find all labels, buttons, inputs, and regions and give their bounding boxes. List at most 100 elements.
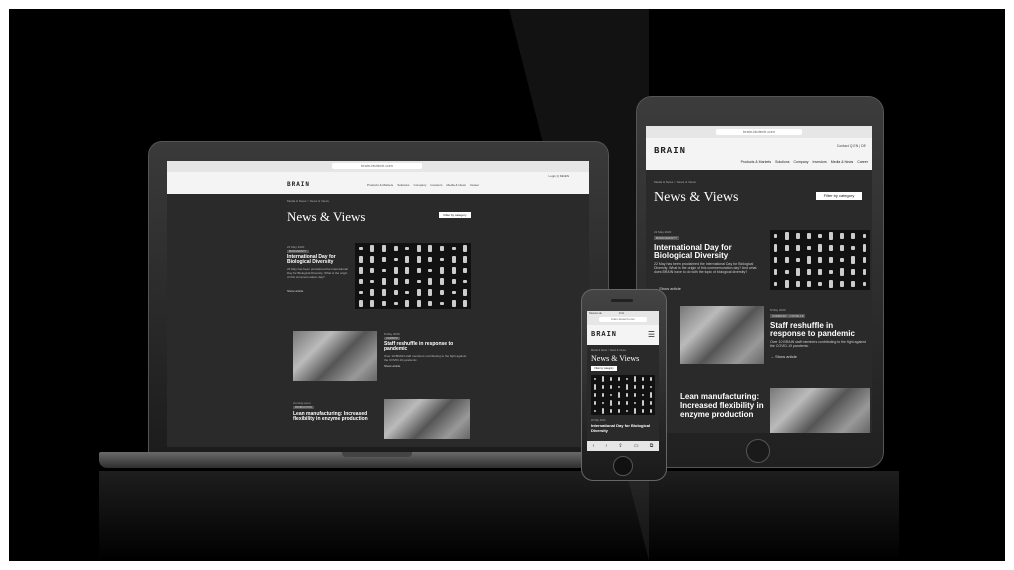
laptop-article-more[interactable]: Show article [287,289,303,293]
specimen-icon [416,268,421,273]
phone-safari-bottom-bar: ‹ › ⇪ ▭ ⧉ [587,441,659,451]
specimen-icon [358,290,363,295]
tablet-article-title[interactable]: Staff reshuffle in response to pandemic [770,322,870,338]
laptop-nav-item[interactable]: Investors [430,183,442,187]
laptop-nav-item[interactable]: Career [470,183,479,187]
laptop-article-title[interactable]: International Day for Biological Diversi… [287,255,351,265]
specimen-icon [370,256,375,263]
laptop-browser-toolbar: brain-biotech.com [167,161,589,172]
laptop-article-title[interactable]: Lean manufacturing: Increased flexibilit… [293,412,377,422]
tablet-breadcrumb[interactable]: Media & News > News & Views [654,180,696,184]
tablet-brain-logo[interactable]: BRAIN [654,146,686,156]
laptop-lab-photo[interactable] [293,331,377,381]
specimen-icon [416,279,421,284]
phone-filter-button[interactable]: Filter by category [591,366,617,371]
tablet-browser-toolbar: brain-biotech.com [646,126,872,138]
tablet-biodiversity-image[interactable] [770,230,870,290]
tablet-nav-item[interactable]: Career [857,160,868,164]
specimen-icon [601,401,605,405]
tablet-article-excerpt: Over 10 BRAIN staff members contributing… [770,340,866,348]
laptop-article-tag[interactable]: BIODIVERSITY [287,250,309,253]
laptop-article-date: 22 May 2020 [287,245,305,249]
specimen-icon [625,384,629,390]
specimen-icon [381,245,387,252]
tablet-page-title: News & Views [654,190,739,205]
laptop-breadcrumb[interactable]: Media & News > News & Views [287,199,329,203]
device-mockup-stage: brain-biotech.com Login Q DE/EN BRAIN Pr… [9,9,1005,561]
specimen-icon [784,269,789,275]
specimen-icon [393,290,398,295]
specimen-icon [784,280,789,288]
specimen-icon [609,393,613,397]
specimen-icon [463,244,468,253]
tablet-article-title[interactable]: International Day for Biological Diversi… [654,244,764,260]
specimen-icon [451,299,456,308]
back-arrow-icon[interactable]: ‹ [593,443,595,449]
tablet-article-tag[interactable]: COMPANY · COVID-19 [770,314,806,318]
specimen-icon [593,392,597,398]
phone-url-bar[interactable]: brain-biotech.com [599,317,647,322]
specimen-icon [439,266,445,275]
laptop-nav-item[interactable]: Products & Markets [367,183,393,187]
laptop-article-tag[interactable]: PRODUCTION [293,406,314,409]
phone-biodiversity-image[interactable] [591,375,655,415]
phone-brain-logo[interactable]: BRAIN [591,331,617,339]
tablet-nav-item[interactable]: Products & Markets [741,160,772,164]
laptop-filter-button[interactable]: Filter by category [439,212,471,218]
specimen-icon [393,257,398,262]
laptop-article-title[interactable]: Staff reshuffle in response to pandemic [384,342,472,352]
tablet-nav-item[interactable]: Media & News [831,160,854,164]
forward-arrow-icon[interactable]: › [606,443,608,449]
laptop-url-bar[interactable]: brain-biotech.com [332,163,422,169]
tablet-article-excerpt: 22 May has been proclaimed the Internati… [654,262,757,274]
laptop-header-links[interactable]: Login Q DE/EN [548,174,569,178]
laptop-nav-item[interactable]: Solutions [397,183,409,187]
tablet-factory-photo[interactable] [770,388,870,433]
hamburger-menu-icon[interactable]: ☰ [648,331,655,339]
laptop-nav-item[interactable]: Company [414,183,427,187]
specimen-icon [405,255,410,264]
laptop-brain-logo[interactable]: BRAIN [287,181,310,188]
tablet-header-links[interactable]: Contact Q EN | DE [837,144,866,148]
specimen-icon [806,233,811,239]
specimen-icon [795,257,800,263]
phone-home-button[interactable] [613,456,633,476]
specimen-icon [370,244,375,253]
tablet-lab-photo[interactable] [680,306,764,364]
specimen-icon [428,277,433,286]
laptop-nav-item[interactable]: Media & News [447,183,466,187]
bookmarks-icon[interactable]: ▭ [634,443,639,449]
tablet-article-tag[interactable]: BIODIVERSITY [654,236,680,240]
tablet-filter-button[interactable]: Filter by category [816,192,862,200]
share-icon[interactable]: ⇪ [618,443,622,449]
tablet-url-bar[interactable]: brain-biotech.com [716,129,802,135]
tablet-nav-item[interactable]: Solutions [775,160,789,164]
specimen-icon [416,288,421,297]
laptop-article-tag[interactable]: COMPANY [384,337,401,340]
phone-browser-toolbar: Telekom.de 9:41 brain-biotech.com [587,311,659,325]
specimen-icon [381,277,387,286]
laptop-main-nav: Products & Markets Solutions Company Inv… [367,183,479,187]
specimen-icon [617,377,621,381]
phone-article-title[interactable]: International Day for Biological Diversi… [591,423,655,433]
specimen-icon [393,278,398,285]
tablet-nav-item[interactable]: Investors [813,160,827,164]
specimen-icon [358,267,363,274]
tablet-article-more[interactable]: → Show article [770,354,797,359]
tablet-home-button[interactable] [746,439,770,463]
tablet-article-title[interactable]: Lean manufacturing: Increased flexibilit… [680,392,766,419]
laptop-biodiversity-image[interactable] [355,243,471,309]
specimen-icon [358,279,363,284]
specimen-icon [806,256,811,264]
specimen-icon [851,281,856,287]
specimen-icon [381,268,387,273]
specimen-icon [609,400,613,406]
specimen-icon [795,268,800,276]
laptop-article-more[interactable]: Show article [384,364,400,368]
laptop-factory-photo[interactable] [384,399,470,439]
tabs-icon[interactable]: ⧉ [650,443,654,449]
tablet-nav-item[interactable]: Company [794,160,809,164]
phone-breadcrumb[interactable]: Media & News > News & Views [591,349,626,352]
specimen-icon [405,299,410,308]
laptop-article-date: 8 May 2020 [384,332,400,336]
